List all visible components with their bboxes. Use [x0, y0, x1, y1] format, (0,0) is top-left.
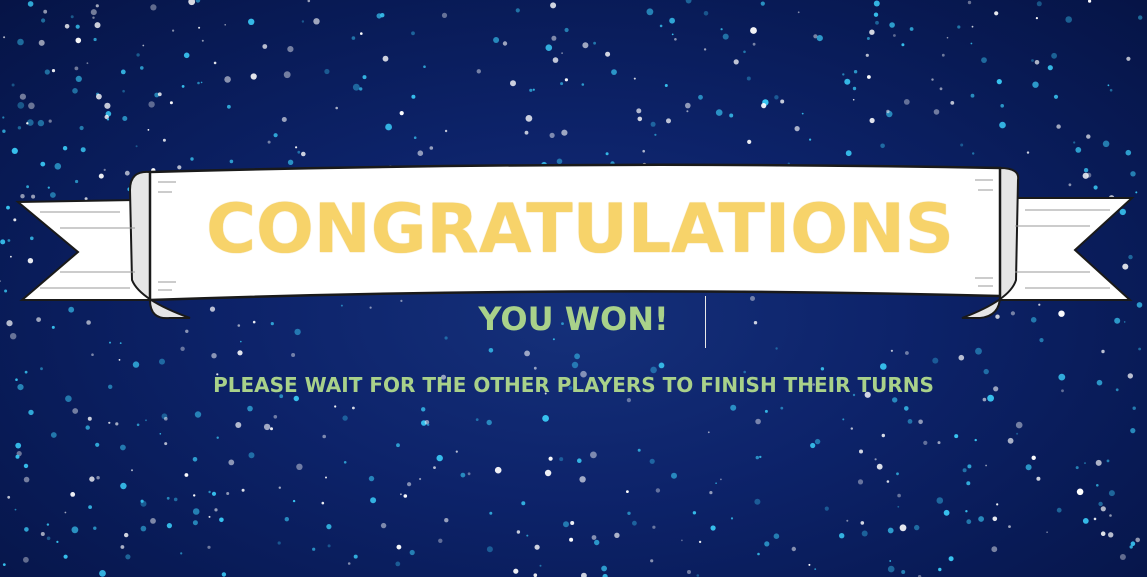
congratulations-title: CONGRATULATIONS	[206, 189, 954, 269]
scroll-banner-icon	[15, 163, 1135, 320]
you-won-label: YOU WON!	[478, 300, 669, 338]
victory-screen: CONGRATULATIONS YOU WON! PLEASE WAIT FOR…	[0, 0, 1147, 577]
text-cursor	[705, 296, 706, 348]
wait-message: PLEASE WAIT FOR THE OTHER PLAYERS TO FIN…	[213, 373, 934, 397]
